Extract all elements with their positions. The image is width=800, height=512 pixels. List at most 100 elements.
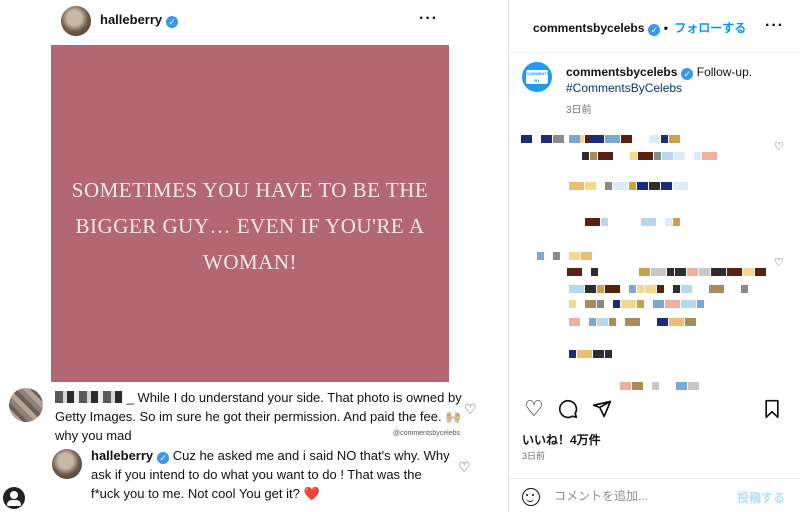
verified-badge-icon: ✓ — [166, 16, 179, 28]
pixel-block — [601, 218, 608, 226]
pixel-block — [709, 285, 724, 293]
verified-badge-icon: ✓ — [681, 68, 694, 80]
pixel-block — [755, 268, 766, 276]
pixel-block — [632, 382, 643, 390]
pixel-block — [597, 285, 604, 293]
pixel-block — [699, 268, 710, 276]
pixel-block — [629, 285, 636, 293]
comment-like-heart-icon[interactable]: ♡ — [464, 401, 477, 418]
caption-time: 3日前 — [566, 105, 592, 116]
like-count[interactable]: いいね！4万件 — [522, 431, 601, 448]
pixel-block — [621, 300, 636, 308]
pixel-block — [590, 152, 597, 160]
pixel-block — [727, 268, 742, 276]
commenter-avatar[interactable] — [9, 388, 43, 422]
pixel-block — [569, 182, 584, 190]
reply-avatar[interactable] — [52, 449, 82, 479]
credit-watermark: @commentsbycelebs — [393, 430, 461, 437]
pixel-block — [741, 285, 748, 293]
red-heart-emoji: ❤️ — [303, 486, 320, 501]
reply-username[interactable]: halleberry — [91, 448, 153, 463]
pixel-block — [743, 268, 754, 276]
pixel-block — [673, 218, 680, 226]
embedded-post-screenshot: halleberry ✓ ··· SOMETIMES YOU HAVE TO BE… — [0, 0, 508, 512]
pixel-block — [687, 268, 698, 276]
share-icon[interactable] — [590, 397, 614, 421]
caption-account[interactable]: commentsbycelebs — [566, 65, 677, 79]
pixel-block — [654, 152, 661, 160]
pixel-block — [675, 268, 686, 276]
pixel-block — [661, 135, 668, 143]
pixel-block — [593, 350, 604, 358]
pixel-block — [674, 152, 685, 160]
pixel-block — [673, 182, 688, 190]
pixel-block — [597, 300, 604, 308]
pixel-block — [605, 350, 612, 358]
pixel-block — [582, 152, 589, 160]
pixel-block — [669, 135, 680, 143]
caption-text: Follow-up. — [696, 65, 753, 79]
pixel-block — [662, 152, 673, 160]
pixel-block — [676, 382, 687, 390]
comment-2: halleberry ✓ Cuz he asked me and i said N… — [91, 446, 451, 503]
pixel-block — [667, 268, 674, 276]
comment-like-heart-icon[interactable]: ♡ — [774, 256, 784, 269]
comment-bar: 投稿する — [509, 478, 800, 512]
action-bar: ♡ — [509, 396, 800, 427]
pixel-block — [537, 252, 544, 260]
pixel-block — [620, 382, 631, 390]
avatar[interactable] — [61, 6, 91, 36]
pixel-block — [553, 252, 560, 260]
post-image-text: SOMETIMES YOU HAVE TO BE THE BIGGER GUY…… — [71, 178, 429, 274]
pixel-block — [645, 285, 656, 293]
pixel-block — [657, 318, 668, 326]
caption: commentsbycelebs ✓ Follow-up. #CommentsBy… — [566, 64, 786, 96]
comment-like-heart-icon[interactable]: ♡ — [458, 459, 471, 476]
verified-badge-icon: ✓ — [648, 24, 661, 36]
pixel-block — [585, 218, 600, 226]
pixel-block — [598, 152, 613, 160]
pixel-block — [621, 135, 632, 143]
post-author[interactable]: halleberry ✓ — [100, 12, 179, 28]
follow-button[interactable]: フォローする — [674, 21, 746, 35]
account-avatar[interactable]: COMMENTS BY CELEBS — [522, 62, 552, 92]
pixel-block — [585, 182, 596, 190]
caption-hashtag[interactable]: #CommentsByCelebs — [566, 81, 682, 95]
comment-input[interactable] — [554, 489, 724, 503]
pixel-block — [681, 300, 696, 308]
pixel-block — [637, 182, 648, 190]
emoji-icon[interactable] — [522, 488, 540, 506]
pixel-block — [585, 300, 596, 308]
pixel-block — [652, 382, 659, 390]
pixel-block — [697, 300, 704, 308]
post-author-username[interactable]: halleberry — [100, 12, 162, 27]
pixel-block — [702, 152, 717, 160]
pixel-block — [577, 350, 592, 358]
pixel-block — [685, 318, 696, 326]
pixel-block — [591, 268, 598, 276]
heart-icon[interactable]: ♡ — [522, 396, 546, 421]
pixel-block — [649, 182, 660, 190]
pixel-block — [569, 252, 580, 260]
pixel-block — [613, 300, 620, 308]
pixel-block — [649, 135, 660, 143]
comment-like-heart-icon[interactable]: ♡ — [774, 140, 784, 153]
comment-icon[interactable] — [556, 397, 580, 421]
more-dots-icon[interactable]: ··· — [419, 11, 438, 27]
sidebar-account-name[interactable]: commentsbycelebs — [533, 21, 644, 35]
pixel-block — [581, 252, 592, 260]
pixel-block — [661, 182, 672, 190]
pixel-block — [605, 135, 620, 143]
more-dots-icon[interactable]: ··· — [765, 18, 784, 34]
pixel-block — [567, 268, 582, 276]
pixel-block — [630, 152, 637, 160]
pixel-block — [589, 318, 596, 326]
post-sidebar: commentsbycelebs ✓ • フォローする ··· COMMENTS … — [509, 0, 800, 512]
pixel-block — [657, 285, 664, 293]
post-comment-button[interactable]: 投稿する — [737, 489, 785, 506]
bookmark-icon[interactable] — [760, 397, 784, 421]
pixel-block — [613, 182, 628, 190]
pixel-block — [629, 182, 636, 190]
pixel-block — [637, 300, 644, 308]
pixel-block — [625, 318, 640, 326]
